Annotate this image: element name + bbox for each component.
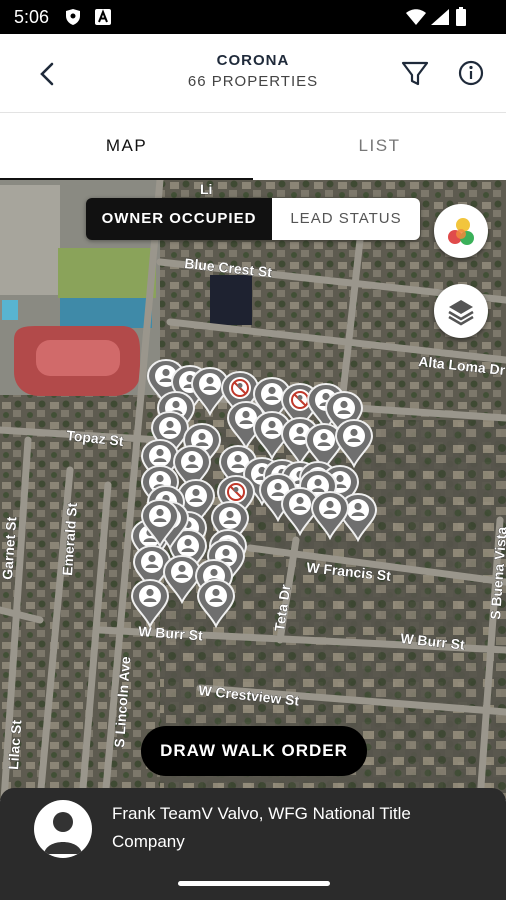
draw-walk-order-button[interactable]: DRAW WALK ORDER [141,726,367,776]
page-title: CORONA [216,52,290,69]
clock: 5:06 [14,7,50,27]
battery-icon [456,7,466,26]
filter-icon[interactable] [398,56,432,90]
map-layers-button[interactable] [434,284,488,338]
view-tabs: MAP LIST [0,112,506,181]
app-header: CORONA 66 PROPERTIES [0,34,506,112]
layers-icon [448,300,474,326]
map-mode-toggle: OWNER OCCUPIED LEAD STATUS [86,198,420,240]
tab-list[interactable]: LIST [253,113,506,179]
chevron-left-icon[interactable] [30,56,66,92]
avatar [34,800,92,858]
shield-icon [66,9,80,25]
property-count: 66 PROPERTIES [187,73,319,90]
signal-icon [431,9,449,25]
page-title-block: CORONA 66 PROPERTIES [150,52,356,90]
info-icon[interactable] [454,56,488,90]
home-indicator[interactable] [178,881,330,886]
user-avatar-icon [44,812,82,854]
agent-footer: Frank TeamV Valvo, WFG National Title Co… [0,788,506,900]
status-bar: 5:06 [0,0,506,34]
color-legend-button[interactable] [434,204,488,258]
lead-status-toggle[interactable]: LEAD STATUS [272,198,420,240]
agent-name: Frank TeamV Valvo, WFG National Title Co… [112,804,411,851]
color-legend-icon [448,218,474,245]
map-view[interactable]: Blue Crest St Blue Alta Loma Dr Topaz St… [0,180,506,800]
street-label: Li [200,181,212,197]
owner-occupied-toggle[interactable]: OWNER OCCUPIED [86,198,272,240]
satellite-map[interactable]: Blue Crest St Blue Alta Loma Dr Topaz St… [0,180,506,800]
tab-map[interactable]: MAP [0,113,253,179]
wifi-icon [406,9,426,25]
app-notification-icon [95,9,111,25]
